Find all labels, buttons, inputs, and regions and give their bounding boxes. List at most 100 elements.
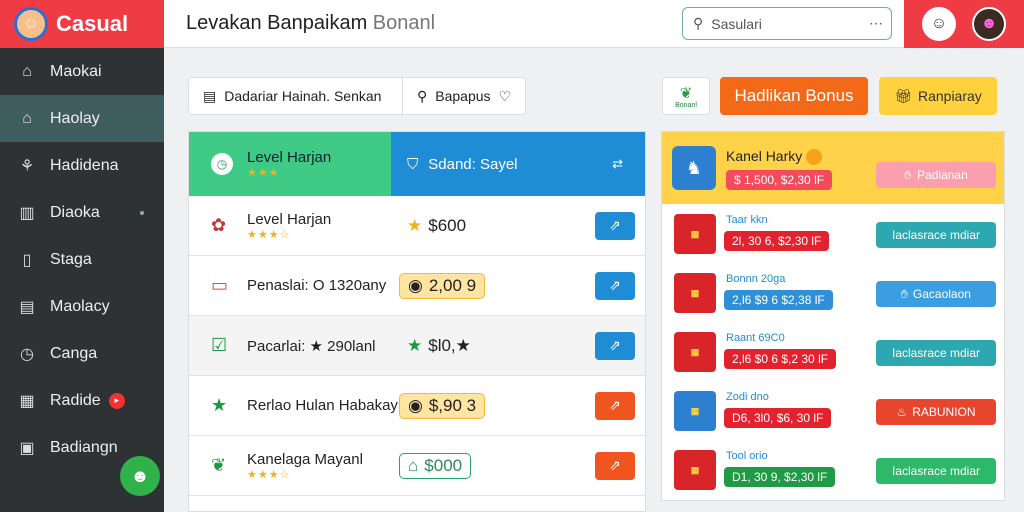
header-avatars: ☺ ☻ [904, 0, 1024, 48]
item-price: D1, 30 9, $2,30 lF [724, 467, 836, 487]
ranpiaray-button[interactable]: 🎁︎ Ranpiaray [879, 77, 997, 115]
document-icon: ▯ [22, 251, 32, 269]
coin-icon [806, 149, 823, 166]
sidebar-item-maolacy[interactable]: ▤ Maolacy [0, 283, 164, 330]
header: Levakan Banpaikam Bonanl ⚲ Sasulari ⋯ [164, 0, 904, 48]
item-action-label: Iaclasrace mdiar [891, 228, 981, 242]
item-action-label: Iaclasrace mdiar [891, 346, 981, 360]
row-action-button[interactable]: ⇗ [595, 271, 635, 300]
table-row[interactable]: ▭ Penaslai: O 1320any ◉ 2,00 9 ⇗ [189, 256, 645, 316]
item-name: Taar kkn [726, 214, 768, 226]
sidebar-item-label: Canga [50, 344, 98, 362]
row-name: Rerlao Hulan Habakay [247, 397, 398, 414]
item-action-button[interactable]: ♨ RABUNION [876, 399, 996, 425]
segment-a-button[interactable]: ▤ Dadariar Hainah. Senkan [189, 78, 403, 114]
sidebar-item-haolay[interactable]: ⌂ Haolay [0, 95, 164, 142]
sidebar-item-label: Badiangn [50, 438, 118, 456]
fire-icon: ♨ [896, 405, 908, 419]
hanger-icon: ⌂ [22, 62, 32, 80]
featured-title-text: Kanel Harky [726, 148, 803, 164]
segment-a-label: Dadariar Hainah. Senkan [224, 88, 382, 104]
row-value: ⌂ $000 [399, 452, 472, 479]
item-action-button[interactable]: Iaclasrace mdiar [876, 458, 996, 484]
sidebar-item-hadidena[interactable]: ⚘ Hadidena [0, 142, 164, 189]
item-action-button[interactable]: Iaclasrace mdiar [876, 340, 996, 366]
page-subtitle: Bonanl [372, 12, 436, 34]
featured-bonus[interactable]: ♞ Kanel Harky $ 1,500, $2,30 lF ✋︎ Padian… [662, 132, 1004, 204]
featured-price: $ 1,500, $2,30 lF [726, 170, 833, 190]
item-name: Bonnn 20ga [726, 273, 786, 285]
hand-icon: ✋︎ [901, 286, 908, 301]
tab-level-label: Level Harjan ★★★ [247, 149, 331, 179]
item-price: D6, 3l0, $6, 30 lF [724, 408, 832, 428]
list-item[interactable]: ▦ Raant 69C0 2,l6 $0 6 $,2 30 lF Iaclasr… [662, 322, 1004, 381]
ticket-thumbnail: ▦ [674, 214, 716, 254]
list-item[interactable]: ▦ Taar kkn 2l, 30 6, $2,30 lF Iaclasrace… [662, 204, 1004, 263]
leaf-icon: ❦ [679, 84, 693, 102]
home-icon: ⌂ [22, 109, 32, 127]
notification-badge: ▸ [108, 392, 125, 409]
item-action-button[interactable]: ✋︎ Gacaolaon [876, 281, 996, 307]
sidebar: ☺ Casual ⌂ Maokai ⌂ Haolay ⚘ Hadidena ▥ Diao… [0, 0, 164, 512]
leaf-icon: ❦ [211, 455, 227, 475]
row-action-button[interactable]: ⇗ [595, 451, 635, 480]
row-action-button[interactable]: ⇗ [595, 391, 635, 420]
brand[interactable]: ☺ Casual [0, 0, 164, 48]
tab-level[interactable]: ◷ Level Harjan ★★★ [189, 132, 391, 196]
item-action-button[interactable]: Iaclasrace mdiar [876, 222, 996, 248]
sprout-icon: ✿ [211, 215, 227, 235]
item-name: Raant 69C0 [726, 332, 785, 344]
avatar[interactable]: ☻ [972, 7, 1006, 41]
app: ☺ Casual ⌂ Maokai ⌂ Haolay ⚘ Hadidena ▥ Diao… [0, 0, 1024, 512]
row-value: ★ $l0,★ [399, 333, 479, 359]
item-price: 2,l6 $0 6 $,2 30 lF [724, 349, 837, 369]
sidebar-item-label: Staga [50, 250, 92, 268]
row-value: ◉ 2,00 9 [399, 272, 486, 299]
sidebar-item-maokai[interactable]: ⌂ Maokai [0, 48, 164, 95]
sidebar-item-label: Hadidena [50, 156, 119, 174]
table-row[interactable]: ❦ Kanelaga Mayanl ★★★☆ ⌂ $000 ⇗ [189, 436, 645, 496]
tab-sayel[interactable]: ⛉ Sdand: Sayel ⇄ [391, 132, 645, 196]
row-name: Level Harjan ★★★☆ [247, 211, 331, 241]
search-icon: ⚲ [417, 87, 428, 104]
bonus-panel: ♞ Kanel Harky $ 1,500, $2,30 lF ✋︎ Padian… [661, 131, 1005, 501]
row-action-button[interactable]: ⇗ [595, 211, 635, 240]
item-price: 2,l6 $9 6 $2,38 lF [724, 290, 833, 310]
search-input[interactable]: ⚲ Sasulari ⋯ [682, 7, 892, 40]
leaf-button[interactable]: ❦ Bonanl [662, 77, 710, 115]
row-action-button[interactable]: ⇗ [595, 331, 635, 360]
row-name-text: Kanelaga Mayanl [247, 450, 363, 468]
row-name-text: Rerlao Hulan Habakay [247, 397, 398, 414]
row-value-text: $,90 3 [428, 395, 477, 415]
item-name: Zodi dno [726, 391, 769, 403]
table-row[interactable]: ★ Rerlao Hulan Habakay ◉ $,90 3 ⇗ [189, 376, 645, 436]
more-icon[interactable]: ⋯ [869, 15, 883, 32]
table-row[interactable]: ☑ Pacarlai: ★ 290lanl ★ $l0,★ ⇗ [189, 316, 645, 376]
sidebar-item-staga[interactable]: ▯ Staga [0, 236, 164, 283]
list-item[interactable]: ▦ Zodi dno D6, 3l0, $6, 30 lF ♨ RABUNION [662, 381, 1004, 440]
check-icon: ☑ [211, 335, 228, 355]
avatar[interactable]: ☺ [922, 7, 956, 41]
search-icon: ⚲ [693, 15, 704, 31]
sidebar-item-radide[interactable]: ▦ Radide ▸ [0, 377, 164, 424]
sidebar-item-canga[interactable]: ◷ Canga [0, 330, 164, 377]
row-name: Kanelaga Mayanl ★★★☆ [247, 451, 363, 481]
user-fab-button[interactable]: ☻ [120, 456, 160, 496]
table-row[interactable]: ✿ Level Harjan ★★★☆ ★ $600 ⇗ [189, 196, 645, 256]
clock-icon: ◷ [20, 345, 34, 363]
row-name-text: Level Harjan [247, 210, 332, 228]
item-action-label: Iaclasrace mdiar [891, 464, 981, 478]
status-dot [140, 210, 144, 215]
sidebar-item-diaoka[interactable]: ▥ Diaoka [0, 189, 164, 236]
bonus-button[interactable]: Hadlikan Bonus [720, 77, 868, 115]
row-value: ◉ $,90 3 [399, 392, 486, 419]
list-item[interactable]: ▦ Bonnn 20ga 2,l6 $9 6 $2,38 lF ✋︎ Gacaol… [662, 263, 1004, 322]
segment-b-button[interactable]: ⚲ Bapapus ♡ [403, 88, 511, 105]
sort-icon[interactable]: ⇄ [612, 156, 623, 172]
list-item[interactable]: ▦ Tool orio D1, 30 9, $2,30 lF Iaclasrac… [662, 440, 1004, 499]
calendar-icon: ▤ [203, 87, 217, 104]
star-icon: ★ [407, 215, 423, 235]
ticket-thumbnail: ▦ [674, 391, 716, 431]
row-name-text: Pacarlai: ★ 290lanl [247, 337, 376, 355]
featured-action-button[interactable]: ✋︎ Padianan [876, 162, 996, 188]
